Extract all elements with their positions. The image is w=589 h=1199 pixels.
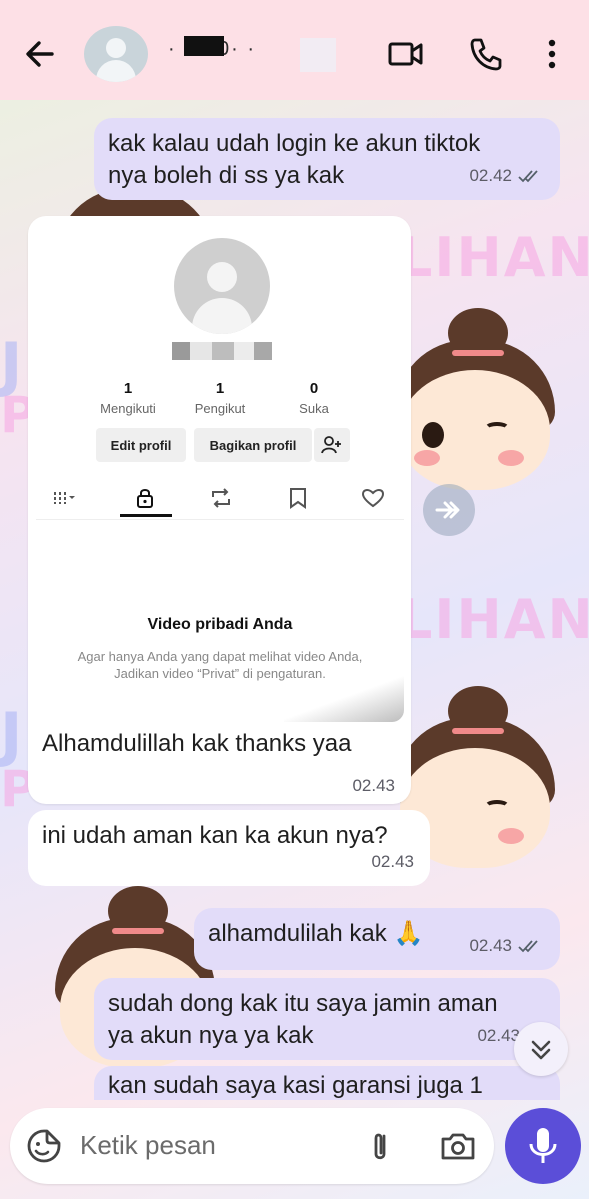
back-arrow-icon[interactable] bbox=[20, 34, 60, 74]
message-text: sudah dong kak itu saya jamin aman bbox=[108, 990, 498, 1017]
contact-avatar[interactable] bbox=[84, 26, 148, 82]
mic-button[interactable] bbox=[505, 1108, 581, 1184]
tiktok-avatar bbox=[174, 238, 270, 334]
tiktok-tabs bbox=[36, 476, 404, 520]
edit-profile-button: Edit profil bbox=[96, 428, 186, 462]
active-tab-indicator bbox=[120, 514, 172, 517]
message-meta: 02.43 bbox=[352, 776, 395, 796]
forward-icon[interactable] bbox=[423, 484, 475, 536]
message-time: 02.43 bbox=[371, 852, 414, 871]
repost-icon bbox=[212, 488, 230, 508]
stat-likes: 0 Suka bbox=[299, 380, 329, 416]
mic-icon bbox=[529, 1128, 557, 1163]
share-profile-button: Bagikan profil bbox=[194, 428, 312, 462]
video-call-icon[interactable] bbox=[386, 34, 426, 74]
saved-icon bbox=[290, 488, 306, 509]
redaction-mark bbox=[300, 38, 336, 72]
message-composer: Ketik pesan bbox=[10, 1108, 494, 1184]
camera-icon[interactable] bbox=[438, 1126, 478, 1166]
double-check-icon bbox=[518, 940, 538, 953]
tiktok-profile-screenshot[interactable]: 1 Mengikuti 1 Pengikut 0 Suka Edit profi… bbox=[36, 224, 404, 722]
message-meta: 02.42 bbox=[469, 160, 544, 192]
stat-following: 1 Mengikuti bbox=[100, 380, 156, 416]
tiktok-username-redacted bbox=[172, 342, 272, 360]
message-bubble-outgoing[interactable]: kak kalau udah login ke akun tiktok nya … bbox=[94, 118, 560, 200]
page-curl-decoration bbox=[284, 662, 404, 722]
double-check-icon bbox=[518, 170, 538, 183]
message-time: 02.42 bbox=[469, 166, 512, 185]
voice-call-icon[interactable] bbox=[466, 34, 506, 74]
message-meta: 02.43 bbox=[371, 846, 414, 878]
message-text: ini udah aman kan ka akun nya? bbox=[42, 822, 388, 849]
message-text: Alhamdulillah kak thanks yaa bbox=[42, 730, 352, 757]
grid-menu-icon bbox=[54, 492, 75, 504]
message-input[interactable]: Ketik pesan bbox=[80, 1130, 216, 1161]
message-time: 02.43 bbox=[352, 776, 395, 795]
private-videos-title: Video pribadi Anda bbox=[147, 616, 293, 633]
chat-header: · 52 0· · bbox=[0, 0, 589, 100]
message-meta: 02.43 bbox=[469, 930, 544, 962]
more-vert-icon[interactable] bbox=[532, 34, 572, 74]
stat-followers: 1 Pengikut bbox=[194, 380, 246, 416]
message-bubble-outgoing[interactable]: alhamdulilah kak 🙏 02.43 bbox=[194, 908, 560, 970]
emoji-sticker-icon[interactable] bbox=[24, 1126, 64, 1166]
message-text: kak kalau udah login ke akun tiktok bbox=[108, 130, 481, 157]
message-bubble-incoming[interactable]: ini udah aman kan ka akun nya? 02.43 bbox=[28, 810, 430, 886]
liked-icon bbox=[361, 489, 385, 508]
message-time: 02.43 bbox=[469, 936, 512, 955]
message-bubble-outgoing[interactable]: kan sudah saya kasi garansi juga 1 bbox=[94, 1066, 560, 1100]
wallpaper-word: LIHAN bbox=[398, 226, 589, 289]
wallpaper-word: LIHAN bbox=[398, 588, 589, 651]
message-bubble-outgoing[interactable]: sudah dong kak itu saya jamin aman ya ak… bbox=[94, 978, 560, 1060]
scroll-to-bottom-icon[interactable] bbox=[514, 1022, 568, 1076]
message-text: kan sudah saya kasi garansi juga 1 bbox=[108, 1072, 483, 1099]
add-friend-icon bbox=[314, 428, 350, 462]
redaction-mark bbox=[184, 36, 224, 56]
lock-icon bbox=[137, 489, 153, 508]
attach-icon[interactable] bbox=[360, 1126, 400, 1166]
